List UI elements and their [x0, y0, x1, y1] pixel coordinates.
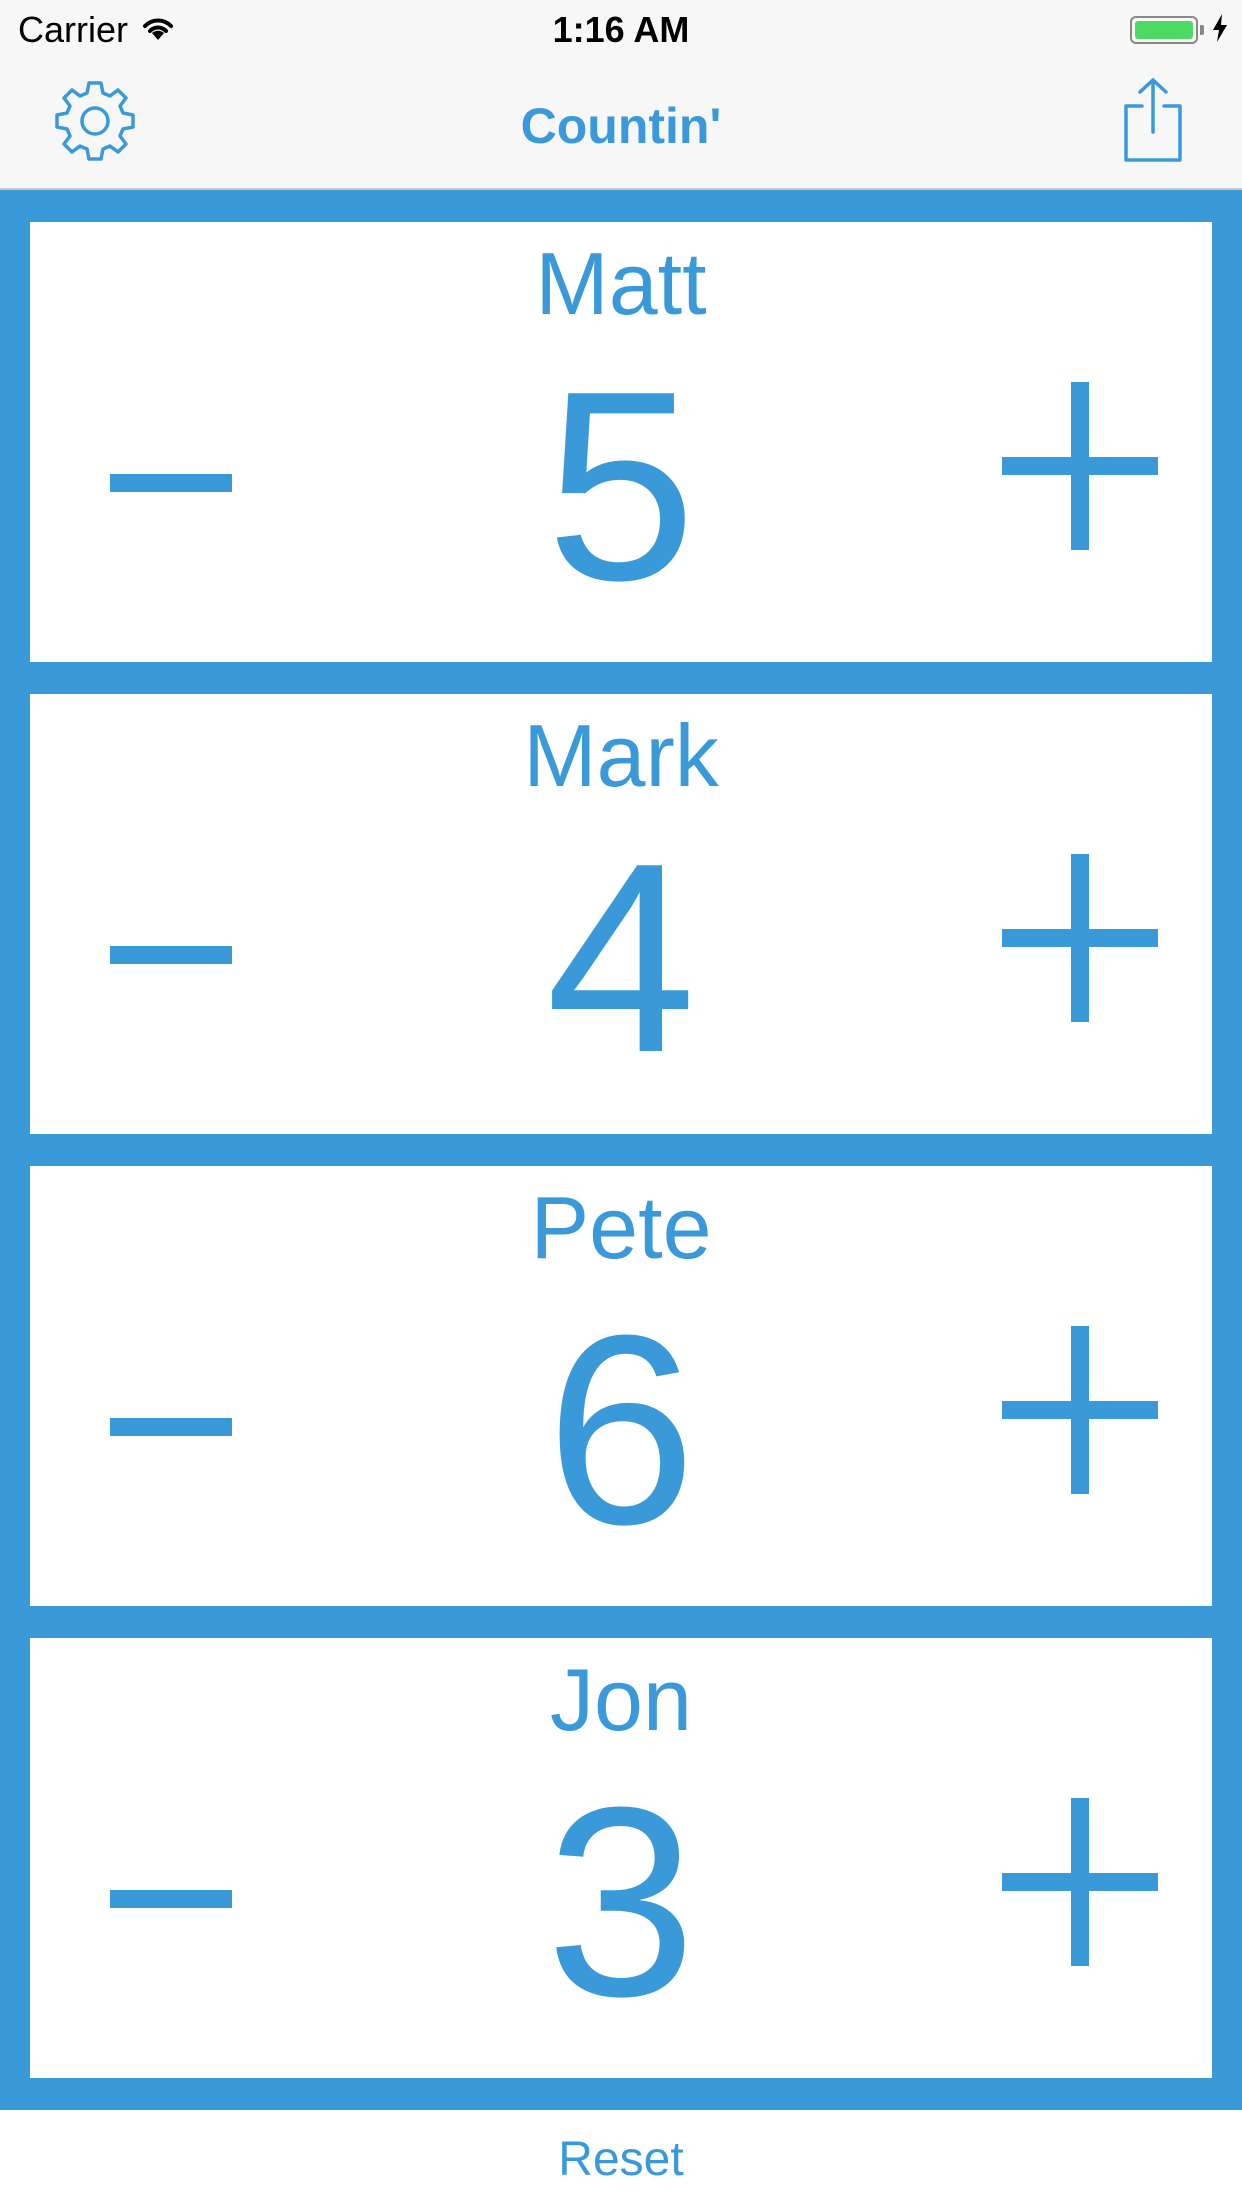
increment-button[interactable]	[1002, 1326, 1162, 1496]
increment-button[interactable]	[1002, 1798, 1162, 1968]
counter-name[interactable]: Mark	[30, 706, 1212, 806]
status-time: 1:16 AM	[552, 9, 690, 50]
battery-tip	[1200, 25, 1204, 35]
reset-button[interactable]: Reset	[0, 2130, 1242, 2190]
counter-name[interactable]: Pete	[30, 1178, 1212, 1278]
status-bar: Carrier 1:16 AM	[0, 0, 1242, 60]
battery-icon	[1130, 16, 1198, 44]
share-button[interactable]	[1120, 76, 1186, 164]
charging-bolt-icon	[1212, 13, 1228, 47]
increment-button[interactable]	[1002, 854, 1162, 1024]
page-title: Countin'	[520, 98, 722, 154]
plus-icon-vertical	[1071, 1326, 1089, 1494]
counter-card: Mark 4	[30, 694, 1212, 1134]
footer: Reset	[0, 2110, 1242, 2208]
counter-card: Matt 5	[30, 222, 1212, 662]
plus-icon-vertical	[1071, 1798, 1089, 1966]
battery-fill	[1135, 21, 1193, 39]
share-icon	[1120, 78, 1186, 168]
counters-list: Matt 5 Mark 4 Pete 6 Jon 3	[0, 190, 1242, 2110]
plus-icon-vertical	[1071, 854, 1089, 1022]
counter-name[interactable]: Matt	[30, 234, 1212, 334]
counter-name[interactable]: Jon	[30, 1650, 1212, 1750]
plus-icon-vertical	[1071, 382, 1089, 550]
counter-card: Pete 6	[30, 1166, 1212, 1606]
status-right	[1130, 12, 1228, 48]
navigation-bar: Countin'	[0, 60, 1242, 190]
increment-button[interactable]	[1002, 382, 1162, 552]
counter-card: Jon 3	[30, 1638, 1212, 2078]
